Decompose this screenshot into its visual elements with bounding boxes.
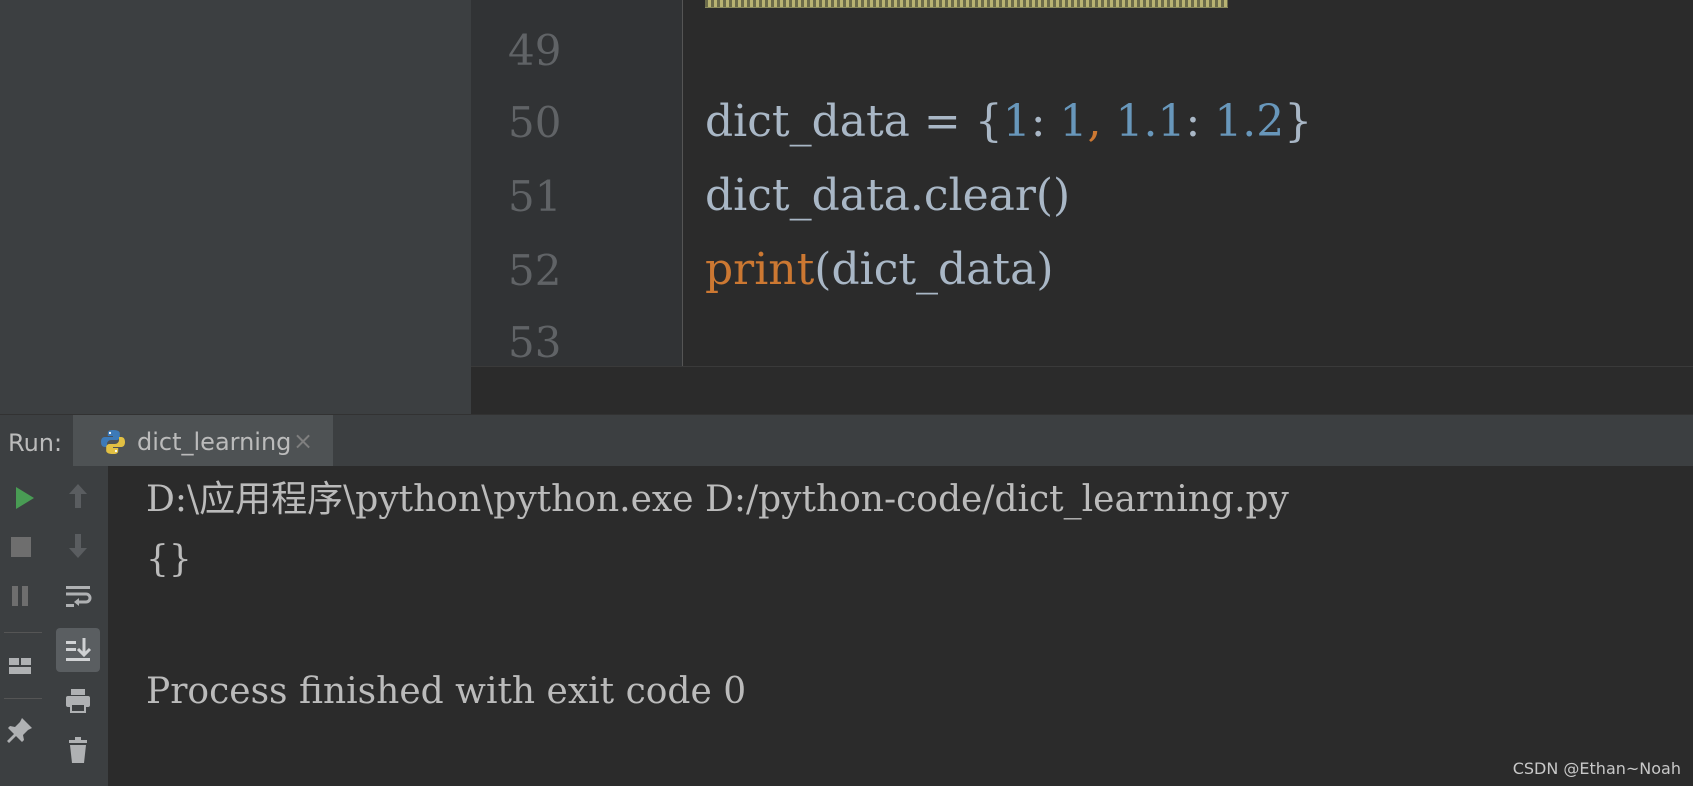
warning-squiggle [705,0,1228,8]
run-toolbar-left [0,466,50,786]
line-number: 51 [508,172,562,221]
pin-icon[interactable] [2,712,38,748]
code-brace: } [1284,96,1313,147]
tab-dict-learning[interactable]: dict_learning × [73,415,333,467]
code-operator: = [909,96,975,147]
trash-icon[interactable] [60,732,96,768]
code-line-50[interactable]: dict_data = {1: 1, 1.1: 1.2} [705,100,1312,144]
code-colon: : [1185,96,1215,147]
project-panel [0,0,471,414]
console-line: D:\应用程序\python\python.exe D:/python-code… [146,479,1289,520]
line-number: 53 [508,322,562,362]
console-line: {} [146,539,192,580]
code-number: 1 [1059,96,1088,147]
run-tool-window-header: Run: dict_learning × [0,414,1693,467]
line-number: 52 [508,246,562,295]
code-number: 1.1 [1115,96,1186,147]
pause-icon[interactable] [2,578,38,614]
toolbar-divider [4,632,42,633]
code-args: (dict_data) [814,244,1054,295]
stop-icon[interactable] [2,528,38,564]
watermark: CSDN @Ethan~Noah [1512,759,1681,778]
scroll-to-end-icon[interactable] [60,632,96,668]
code-line-51[interactable]: dict_data.clear() [705,174,1070,218]
console-output[interactable]: D:\应用程序\python\python.exe D:/python-code… [109,466,1693,786]
code-builtin: print [705,244,815,295]
line-number: 50 [508,98,562,147]
run-label: Run: [8,429,63,457]
code-var: dict_data [705,96,910,147]
layout-icon[interactable] [2,648,38,684]
toolbar-divider [4,698,42,699]
code-colon: : [1030,96,1060,147]
gutter-divider [682,0,683,366]
code-brace: { [974,96,1003,147]
code-editor[interactable] [471,0,1693,366]
run-toolbar-right [50,466,109,786]
line-number: 49 [508,26,562,75]
up-arrow-icon[interactable] [60,478,96,514]
code-number: 1.2 [1214,96,1285,147]
tab-label: dict_learning [137,428,292,456]
soft-wrap-icon[interactable] [60,578,96,614]
line-number-gutter [471,0,682,366]
code-comma: , [1087,96,1116,147]
python-icon [101,430,125,454]
down-arrow-icon[interactable] [60,528,96,564]
code-line-52[interactable]: print(dict_data) [705,248,1054,292]
code-number: 1 [1002,96,1031,147]
run-icon[interactable] [6,480,42,516]
print-icon[interactable] [60,682,96,718]
close-icon[interactable]: × [293,427,313,455]
editor-bottom-area [471,366,1693,415]
console-line: Process finished with exit code 0 [146,671,747,712]
